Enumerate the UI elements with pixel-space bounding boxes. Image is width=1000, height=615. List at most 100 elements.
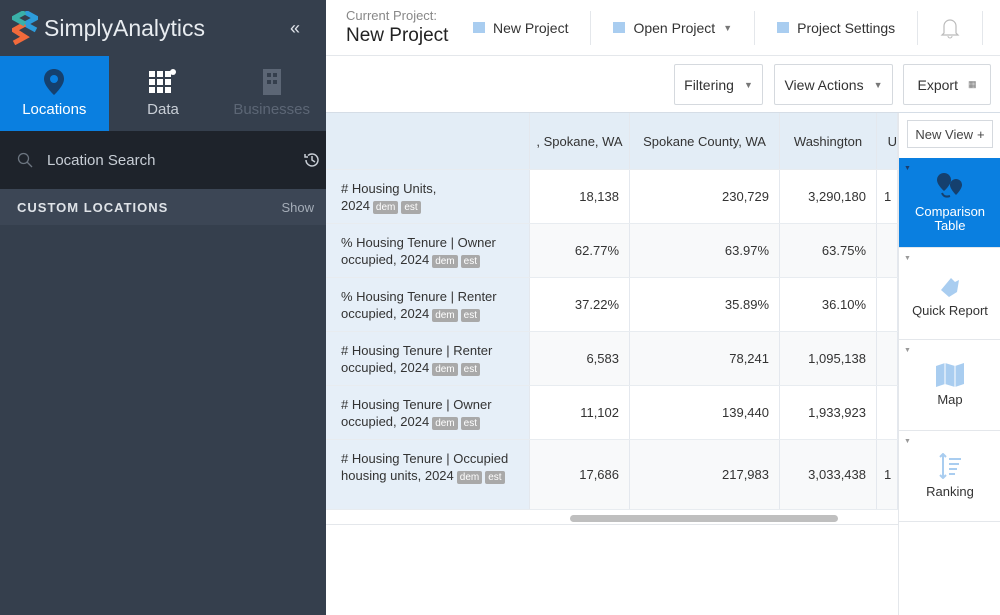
location-search-bar <box>0 131 326 189</box>
tab-label: Data <box>147 101 179 118</box>
badge-dem: dem <box>432 309 458 322</box>
notifications-button[interactable] <box>918 10 984 45</box>
table-cell: 217,983 <box>630 440 780 509</box>
export-button[interactable]: Export ▦ <box>903 64 991 105</box>
tab-label: Businesses <box>233 101 311 118</box>
row-label-cell[interactable]: # Housing Units, 2024 dem est <box>326 170 530 223</box>
new-file-icon <box>473 22 485 33</box>
app-name: SimplyAnalytics <box>44 14 206 41</box>
open-project-button[interactable]: Open Project ▼ <box>591 10 756 45</box>
column-header[interactable]: U <box>877 113 898 169</box>
custom-locations-section: CUSTOM LOCATIONS Show <box>0 189 326 225</box>
tab-businesses[interactable]: Businesses <box>217 56 326 131</box>
filtering-button[interactable]: Filtering ▼ <box>674 64 763 105</box>
caret-down-icon: ▼ <box>743 79 753 90</box>
table-cell <box>877 386 898 439</box>
cell-value: 1,933,923 <box>808 405 866 420</box>
column-header[interactable]: Spokane County, WA <box>630 113 780 169</box>
show-custom-locations-button[interactable]: Show <box>281 200 314 215</box>
column-header[interactable]: , Spokane, WA <box>530 113 630 169</box>
table-cell: 78,241 <box>630 332 780 385</box>
ranking-icon <box>939 453 961 479</box>
table-cell: 35.89% <box>630 278 780 331</box>
table-cell: 17,686 <box>530 440 630 509</box>
caret-icon: ▼ <box>904 255 911 262</box>
row-label-cell[interactable]: # Housing Tenure | Renter occupied, 2024… <box>326 332 530 385</box>
table-row: % Housing Tenure | Renter occupied, 2024… <box>326 278 898 332</box>
row-label-cell[interactable]: % Housing Tenure | Renter occupied, 2024… <box>326 278 530 331</box>
column-header-label: U <box>887 133 897 149</box>
grid-icon <box>149 69 176 93</box>
export-label: Export <box>917 76 958 93</box>
horizontal-scrollbar[interactable] <box>570 515 838 522</box>
caret-down-icon: ▼ <box>873 79 883 90</box>
view-map[interactable]: ▼ Map <box>899 340 1000 431</box>
sidebar: SimplyAnalytics « Locations Data Busines… <box>0 0 326 615</box>
view-quick-report[interactable]: ▼ Quick Report <box>899 248 1000 340</box>
tab-label: Locations <box>22 101 87 118</box>
cell-value: 62.77% <box>574 243 619 258</box>
new-view-label: New View <box>915 126 973 142</box>
cell-value: 230,729 <box>722 189 769 204</box>
collapse-sidebar-icon[interactable]: « <box>290 18 300 39</box>
cell-value: 6,583 <box>586 351 619 366</box>
row-label-cell[interactable]: # Housing Tenure | Owner occupied, 2024 d… <box>326 386 530 439</box>
cell-value: 63.97% <box>724 243 769 258</box>
row-label-cell[interactable]: # Housing Tenure | Occupied housing unit… <box>326 440 530 509</box>
tab-data[interactable]: Data <box>109 56 218 131</box>
table-cell: 1,933,923 <box>780 386 877 439</box>
new-view-button[interactable]: New View + <box>907 120 993 148</box>
row-label-cell[interactable]: % Housing Tenure | Owner occupied, 2024 d… <box>326 224 530 277</box>
project-settings-label: Project Settings <box>797 19 896 36</box>
new-project-button[interactable]: New Project <box>473 10 592 45</box>
caret-icon: ▼ <box>904 438 911 445</box>
cell-value: 78,241 <box>729 351 769 366</box>
new-project-label: New Project <box>493 19 569 36</box>
badge-est: est <box>460 255 480 268</box>
tab-locations[interactable]: Locations <box>0 56 109 131</box>
cell-value: 1 <box>884 189 892 204</box>
view-label: Map <box>937 392 963 407</box>
view-actions-button[interactable]: View Actions ▼ <box>774 64 893 105</box>
table-cell: 1,095,138 <box>780 332 877 385</box>
badge-dem: dem <box>372 201 399 214</box>
table-cell: 18,138 <box>530 170 630 223</box>
logo: SimplyAnalytics <box>12 10 205 46</box>
filtering-label: Filtering <box>684 76 734 93</box>
badge-est: est <box>460 417 480 430</box>
table-row: # Housing Tenure | Occupied housing unit… <box>326 440 898 510</box>
view-ranking[interactable]: ▼ Ranking <box>899 431 1000 522</box>
map-icon <box>936 363 964 387</box>
location-search-input[interactable] <box>47 151 267 169</box>
view-comparison-table[interactable]: ▼ Comparison Table <box>899 158 1000 248</box>
view-label: Comparison Table <box>914 203 986 233</box>
building-icon <box>262 69 281 95</box>
project-settings-button[interactable]: Project Settings <box>755 10 919 45</box>
table-row: # Housing Units, 2024 dem est 18,138 230,729… <box>326 170 898 224</box>
header-corner-cell <box>326 113 530 169</box>
history-icon[interactable] <box>303 151 321 169</box>
comparison-table: , Spokane, WA Spokane County, WA Washingto… <box>326 113 898 525</box>
folder-icon <box>613 22 626 33</box>
table-header-row: , Spokane, WA Spokane County, WA Washingto… <box>326 113 898 170</box>
view-toolbar: Filtering ▼ View Actions ▼ Export ▦ <box>326 56 1000 113</box>
cell-value: 1 <box>884 467 892 482</box>
table-cell: 3,033,438 <box>780 440 877 509</box>
badge-dem: dem <box>432 255 458 268</box>
cell-value: 11,102 <box>580 405 619 420</box>
logo-icon <box>12 11 38 45</box>
open-project-label: Open Project <box>633 19 716 36</box>
table-row: # Housing Tenure | Renter occupied, 2024… <box>326 332 898 386</box>
table-cell: 1 <box>877 170 898 223</box>
cell-value: 35.89% <box>724 297 769 312</box>
map-pin-icon <box>44 69 65 95</box>
table-cell: 62.77% <box>530 224 630 277</box>
caret-icon: ▼ <box>904 165 911 172</box>
cell-value: 217,983 <box>722 467 769 482</box>
table-cell <box>877 278 898 331</box>
table-cell: 139,440 <box>630 386 780 439</box>
badge-dem: dem <box>432 363 458 376</box>
cell-value: 3,033,438 <box>808 467 866 482</box>
column-header[interactable]: Washington <box>780 113 877 169</box>
settings-file-icon <box>777 22 790 33</box>
